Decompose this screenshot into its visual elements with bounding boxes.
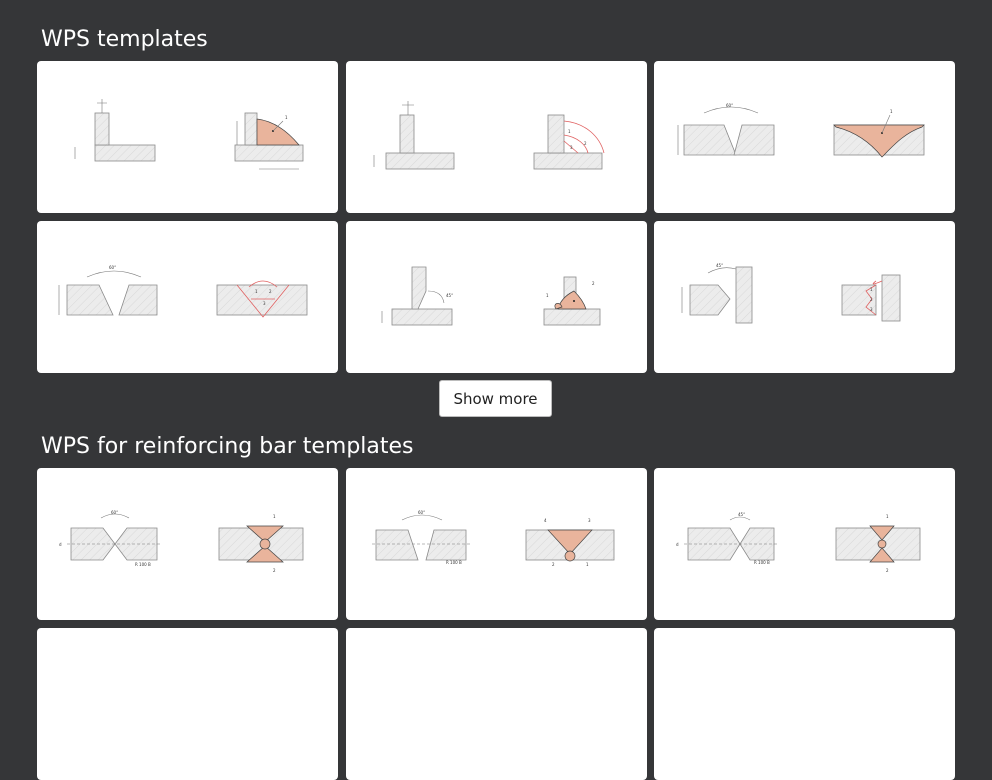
template-card-tee-bevel-single-bead[interactable]: 45° 1 2: [346, 221, 647, 373]
weld-drawing: 60° d R 100 B 1 2: [59, 510, 304, 573]
template-card-corner-bevel-multi-pass[interactable]: 45° 1 2 3: [654, 221, 955, 373]
section-title-wps-templates: WPS templates: [41, 27, 208, 52]
template-card-partial-1[interactable]: [37, 628, 338, 780]
template-card-rebar-double-v-45[interactable]: 45° d R 100 B 1 2: [654, 468, 955, 620]
template-card-tee-fillet-multi-pass[interactable]: 1 2 3: [346, 61, 647, 213]
svg-text:60°: 60°: [109, 265, 116, 270]
weld-drawing: 60° R 100 B 4 3 2 1: [372, 510, 615, 567]
svg-text:2: 2: [552, 562, 555, 567]
template-card-butt-single-v-single-bead[interactable]: 60° 1: [654, 61, 955, 213]
svg-text:2: 2: [273, 568, 276, 573]
svg-text:45°: 45°: [446, 293, 453, 298]
svg-text:1: 1: [546, 293, 549, 298]
section-title-rebar-templates: WPS for reinforcing bar templates: [41, 434, 414, 459]
svg-text:3: 3: [588, 518, 591, 523]
weld-drawing: 60° 1 2 3: [58, 265, 308, 318]
svg-text:1: 1: [568, 129, 571, 134]
svg-text:R 100 B: R 100 B: [754, 560, 770, 565]
svg-text:4: 4: [544, 518, 547, 523]
svg-text:1: 1: [890, 109, 893, 114]
weld-drawing: 45° 1 2 3: [681, 263, 901, 324]
svg-text:60°: 60°: [418, 510, 425, 515]
weld-drawing: 45° 1 2: [381, 266, 601, 326]
svg-text:1: 1: [586, 562, 589, 567]
svg-text:2: 2: [592, 281, 595, 286]
svg-text:60°: 60°: [726, 103, 733, 108]
template-card-partial-2[interactable]: [346, 628, 647, 780]
svg-text:R 100 B: R 100 B: [446, 560, 462, 565]
svg-text:2: 2: [584, 141, 587, 146]
weld-drawing: 1 2 3: [373, 101, 605, 170]
weld-drawing: 60° 1: [677, 103, 925, 158]
weld-drawing: 45° d R 100 B 1 2: [676, 512, 921, 573]
svg-text:45°: 45°: [716, 263, 723, 268]
template-card-butt-single-v-multi-pass[interactable]: 60° 1 2 3: [37, 221, 338, 373]
svg-text:1: 1: [273, 514, 276, 519]
svg-text:d: d: [676, 542, 679, 547]
svg-text:60°: 60°: [111, 510, 118, 515]
template-card-tee-fillet-single-bead[interactable]: 1: [37, 61, 338, 213]
weld-drawing: 1: [74, 99, 304, 170]
svg-text:45°: 45°: [738, 512, 745, 517]
svg-text:1: 1: [886, 514, 889, 519]
template-card-partial-3[interactable]: [654, 628, 955, 780]
svg-text:d: d: [59, 542, 62, 547]
template-card-rebar-double-v-multi-pass[interactable]: 60° R 100 B 4 3 2 1: [346, 468, 647, 620]
template-card-rebar-double-v-60[interactable]: 60° d R 100 B 1 2: [37, 468, 338, 620]
svg-text:2: 2: [886, 568, 889, 573]
svg-text:1: 1: [285, 115, 288, 120]
show-more-button[interactable]: Show more: [439, 380, 552, 417]
svg-text:3: 3: [570, 145, 573, 150]
svg-text:R 100 B: R 100 B: [135, 562, 151, 567]
